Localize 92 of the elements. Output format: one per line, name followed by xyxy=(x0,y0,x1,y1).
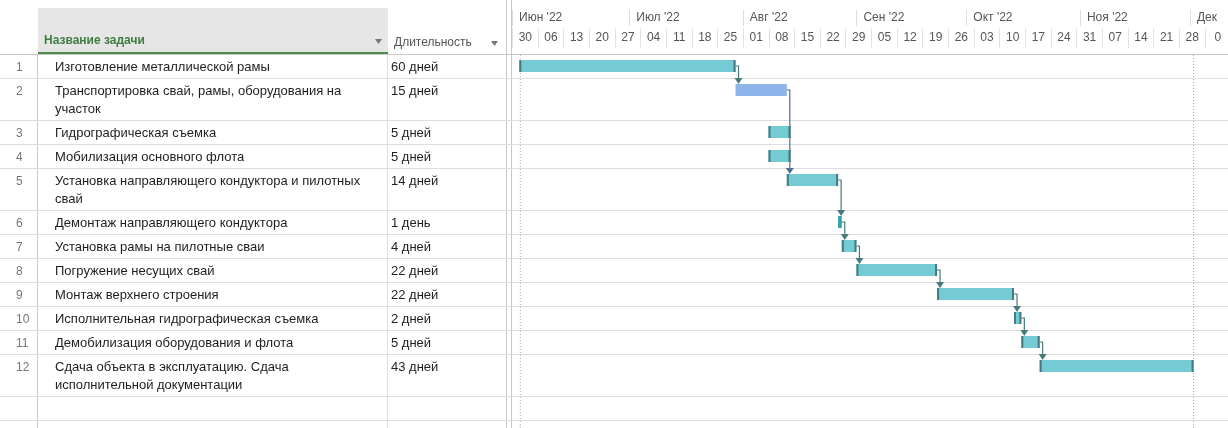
task-bar[interactable] xyxy=(1021,336,1040,348)
task-bar[interactable] xyxy=(841,240,857,252)
task-bar[interactable] xyxy=(856,264,938,276)
duration-cell-text: 5 дней xyxy=(390,148,433,166)
week-label: 11 xyxy=(665,28,692,48)
month-label: Ноя '22 xyxy=(1079,10,1128,26)
task-bar[interactable] xyxy=(1039,360,1194,372)
task-name-cell: Погружение несущих свай xyxy=(38,259,388,282)
week-label: 10 xyxy=(999,28,1025,48)
dependency-arrow xyxy=(837,179,846,216)
task-name-cell: Монтаж верхнего строения xyxy=(38,283,388,306)
dependency-arrow xyxy=(1020,317,1029,336)
week-label: 31 xyxy=(1076,28,1102,48)
dropdown-arrow-icon[interactable] xyxy=(491,41,498,46)
column-header[interactable]: Длительность xyxy=(394,35,472,49)
week-label: 24 xyxy=(1050,28,1077,48)
dependency-arrow xyxy=(1013,293,1021,312)
month-label: Окт '22 xyxy=(966,10,1013,26)
week-label: 08 xyxy=(768,28,795,48)
week-label: 05 xyxy=(871,28,897,48)
week-label: 29 xyxy=(845,28,872,48)
task-name-cell: Изготовление металлической рамы xyxy=(38,55,388,78)
dependency-arrow xyxy=(936,269,945,288)
week-label: 30 xyxy=(512,28,538,48)
row-number: 7 xyxy=(0,235,38,258)
row-number: 2 xyxy=(0,79,38,120)
week-label: 25 xyxy=(717,28,743,48)
task-bar[interactable] xyxy=(1014,312,1022,324)
row-number: 11 xyxy=(0,331,38,354)
week-label: 28 xyxy=(1178,28,1205,48)
month-label: Июн '22 xyxy=(512,10,563,26)
duration-cell-text: 22 дней xyxy=(390,262,440,280)
task-name-cell: Установка направляющего кондуктора и пилотных свай xyxy=(38,169,388,210)
duration-cell-text: 1 день xyxy=(390,214,432,232)
week-label: 13 xyxy=(563,28,589,48)
row-number: 12 xyxy=(0,355,38,396)
duration-cell-text: 2 дней xyxy=(390,310,433,328)
task-name-cell: Транспортировка свай, рамы, оборудования на участок xyxy=(38,79,388,120)
duration-cell-text: 43 дней xyxy=(390,358,440,376)
duration-cell-text: 14 дней xyxy=(390,172,440,190)
task-name-cell: Демонтаж направляющего кондуктора xyxy=(38,211,388,234)
week-label: 18 xyxy=(691,28,718,48)
task-name-cell: Сдача объекта в эксплуатацию. Сдача исполнительной документации xyxy=(38,355,388,396)
duration-cell-text: 5 дней xyxy=(390,334,433,352)
task-name-cell: Установка рамы на пилотные сваи xyxy=(38,235,388,258)
task-bar[interactable] xyxy=(937,288,1014,300)
week-label: 0 xyxy=(1204,28,1228,48)
duration-cell-text: 5 дней xyxy=(390,124,433,142)
column-header[interactable]: Название задачи xyxy=(44,33,145,47)
row-number: 9 xyxy=(0,283,38,306)
dependency-arrow xyxy=(840,221,849,240)
week-label: 06 xyxy=(537,28,564,48)
dependency-arrow xyxy=(1038,341,1047,360)
task-bar[interactable] xyxy=(786,174,839,186)
task-bar[interactable] xyxy=(768,150,791,162)
duration-cell-text: 15 дней xyxy=(390,82,440,100)
row-number: 8 xyxy=(0,259,38,282)
week-label: 04 xyxy=(640,28,666,48)
row-number: 1 xyxy=(0,55,38,78)
task-name-cell: Демобилизация оборудования и флота xyxy=(38,331,388,354)
row-number: 6 xyxy=(0,211,38,234)
week-label: 17 xyxy=(1025,28,1051,48)
dependency-arrow xyxy=(855,245,864,264)
row-number: 10 xyxy=(0,307,38,330)
week-label: 12 xyxy=(896,28,923,48)
row-number: 3 xyxy=(0,121,38,144)
row-number: 4 xyxy=(0,145,38,168)
week-label: 07 xyxy=(1101,28,1128,48)
row-number: 5 xyxy=(0,169,38,210)
month-label: Дек xyxy=(1189,10,1217,26)
week-label: 19 xyxy=(922,28,949,48)
week-label: 15 xyxy=(794,28,820,48)
month-label: Июл '22 xyxy=(629,10,680,26)
week-label: 01 xyxy=(742,28,769,48)
dropdown-arrow-icon[interactable] xyxy=(375,39,382,44)
month-label: Авг '22 xyxy=(742,10,788,26)
week-label: 20 xyxy=(588,28,615,48)
duration-cell-text: 60 дней xyxy=(390,58,440,76)
dependency-arrow xyxy=(734,65,743,84)
week-label: 27 xyxy=(614,28,641,48)
duration-cell-text: 4 дней xyxy=(390,238,433,256)
week-label: 03 xyxy=(973,28,1000,48)
week-label: 22 xyxy=(819,28,846,48)
task-name-cell: Гидрографическая съемка xyxy=(38,121,388,144)
duration-cell-text: 22 дней xyxy=(390,286,440,304)
week-label: 21 xyxy=(1153,28,1179,48)
task-name-cell: Мобилизация основного флота xyxy=(38,145,388,168)
week-label: 26 xyxy=(948,28,974,48)
week-label: 14 xyxy=(1127,28,1154,48)
month-label: Сен '22 xyxy=(856,10,905,26)
task-name-cell: Исполнительная гидрографическая съемка xyxy=(38,307,388,330)
task-bar[interactable] xyxy=(768,126,791,138)
